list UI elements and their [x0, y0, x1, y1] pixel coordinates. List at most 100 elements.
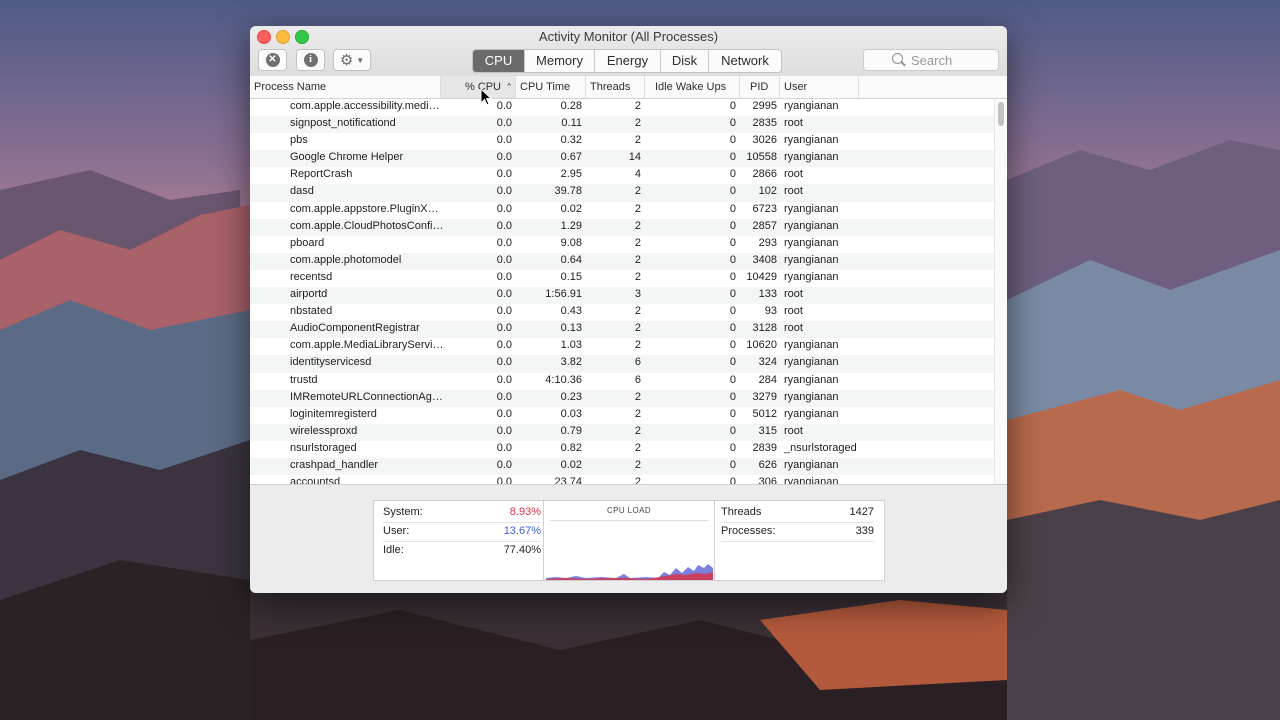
idle-stat: Idle: 77.40% [383, 541, 541, 560]
cell-cpu-percent: 0.0 [496, 253, 512, 266]
titlebar: Activity Monitor (All Processes) ✕ i ⚙ ▼… [250, 26, 1007, 103]
cell-cpu-time: 0.23 [560, 390, 582, 403]
cell-user: ryangianan [784, 253, 839, 266]
cell-idle-wake-ups: 0 [729, 356, 736, 369]
table-row[interactable]: pbs 0.0 0.32 2 0 3026 ryangianan [250, 133, 994, 150]
cell-user: root [784, 322, 803, 335]
table-row[interactable]: com.apple.accessibility.medi… 0.0 0.28 2 0 29… [250, 99, 994, 116]
column-threads[interactable]: Threads [586, 76, 645, 98]
cell-process-name: dasd [290, 185, 314, 198]
cell-threads: 2 [634, 305, 641, 318]
cell-threads: 2 [634, 202, 641, 215]
column-process-name[interactable]: Process Name [250, 76, 441, 98]
table-row[interactable]: trustd 0.0 4:10.36 6 0 284 ryangianan [250, 373, 994, 390]
processes-label: Processes: [721, 525, 776, 537]
cell-cpu-time: 0.82 [560, 441, 582, 454]
cpu-load-title: CPU LOAD [606, 506, 652, 515]
table-row[interactable]: identityservicesd 0.0 3.82 6 0 324 ryangianan [250, 355, 994, 373]
cell-pid: 3279 [752, 390, 777, 403]
table-row[interactable]: nsurlstoraged 0.0 0.82 2 0 2839 _nsurlstoraged [250, 441, 994, 458]
table-row[interactable]: com.apple.photomodel 0.0 0.64 2 0 3408 ryangia… [250, 252, 994, 270]
scrollbar-thumb[interactable] [998, 102, 1004, 126]
cell-pid: 102 [758, 185, 777, 198]
chevron-down-icon: ▼ [356, 55, 365, 65]
cell-threads: 2 [634, 100, 641, 112]
user-value: 13.67% [503, 525, 541, 537]
cell-threads: 2 [634, 117, 641, 130]
cell-cpu-percent: 0.0 [496, 356, 512, 369]
cell-user: ryangianan [784, 339, 839, 352]
column-idle-wake-ups[interactable]: Idle Wake Ups [645, 76, 740, 98]
cell-cpu-percent: 0.0 [496, 168, 512, 181]
cell-process-name: airportd [290, 288, 328, 301]
table-row[interactable]: accountsd 0.0 23.74 2 0 306 ryangianan [250, 475, 994, 484]
table-row[interactable]: signpost_notificationd 0.0 0.11 2 0 2835 root [250, 116, 994, 134]
cell-pid: 6723 [752, 202, 777, 215]
cell-idle-wake-ups: 0 [729, 288, 736, 301]
table-row[interactable]: pboard 0.0 9.08 2 0 293 ryangianan [250, 236, 994, 253]
column-user[interactable]: User [780, 76, 859, 98]
table-row[interactable]: airportd 0.0 1:56.91 3 0 133 root [250, 287, 994, 305]
cell-idle-wake-ups: 0 [729, 100, 736, 112]
table-row[interactable]: com.apple.MediaLibraryServi… 0.0 1.03 2 0 106… [250, 338, 994, 355]
table-row[interactable]: AudioComponentRegistrar 0.0 0.13 2 0 3128 root [250, 321, 994, 339]
action-menu-button[interactable]: ⚙ ▼ [333, 49, 371, 71]
cpu-summary-area: System: 8.93% User: 13.67% Idle: 77.40% … [250, 484, 1007, 593]
cell-user: ryangianan [784, 134, 839, 147]
cell-cpu-percent: 0.0 [496, 322, 512, 335]
table-row[interactable]: IMRemoteURLConnectionAg… 0.0 0.23 2 0 3279 rya… [250, 389, 994, 407]
cell-process-name: loginitemregisterd [290, 407, 377, 420]
cell-cpu-time: 0.11 [561, 117, 582, 130]
cell-process-name: com.apple.MediaLibraryServi… [290, 339, 444, 352]
table-header: Process Name % CPU ^ CPU Time Threads Id… [250, 76, 1007, 99]
cell-pid: 293 [758, 236, 777, 249]
cell-pid: 2995 [752, 100, 777, 112]
column-cpu-time[interactable]: CPU Time [516, 76, 586, 98]
cell-process-name: com.apple.photomodel [290, 253, 402, 266]
tab-memory[interactable]: Memory [524, 50, 594, 72]
system-stat: System: 8.93% [383, 503, 541, 523]
cell-cpu-time: 4:10.36 [545, 373, 582, 386]
cell-threads: 2 [634, 270, 641, 283]
column-pid[interactable]: PID [740, 76, 780, 98]
table-row[interactable]: com.apple.CloudPhotosConfi… 0.0 1.29 2 0 2857… [250, 218, 994, 236]
cell-user: root [784, 305, 803, 318]
cell-cpu-percent: 0.0 [496, 270, 512, 283]
cell-user: ryangianan [784, 356, 839, 369]
table-row[interactable]: wirelessproxd 0.0 0.79 2 0 315 root [250, 423, 994, 441]
column-cpu-percent[interactable]: % CPU ^ [441, 76, 516, 98]
cell-user: root [784, 168, 803, 181]
inspect-process-button[interactable]: i [296, 49, 325, 71]
tab-cpu[interactable]: CPU [473, 50, 524, 72]
search-field[interactable]: Search [863, 49, 999, 71]
table-row[interactable]: loginitemregisterd 0.0 0.03 2 0 5012 ryangiana… [250, 407, 994, 424]
tab-energy[interactable]: Energy [594, 50, 660, 72]
cell-process-name: recentsd [290, 270, 333, 283]
table-row[interactable]: nbstated 0.0 0.43 2 0 93 root [250, 304, 994, 321]
table-row[interactable]: com.apple.appstore.PluginX… 0.0 0.02 2 0 6723… [250, 202, 994, 219]
cell-cpu-percent: 0.0 [496, 202, 512, 215]
processes-value: 339 [855, 525, 874, 537]
table-row[interactable]: recentsd 0.0 0.15 2 0 10429 ryangianan [250, 270, 994, 287]
cell-user: ryangianan [784, 476, 839, 484]
cell-pid: 2866 [752, 168, 777, 181]
table-row[interactable]: crashpad_handler 0.0 0.02 2 0 626 ryangianan [250, 457, 994, 476]
table-row[interactable]: Google Chrome Helper 0.0 0.67 14 0 10558 ryang… [250, 150, 994, 168]
tab-network[interactable]: Network [708, 50, 781, 72]
cell-process-name: identityservicesd [290, 356, 372, 369]
cell-user: ryangianan [784, 100, 839, 112]
cell-cpu-percent: 0.0 [496, 185, 512, 198]
cell-threads: 6 [634, 373, 641, 386]
table-row[interactable]: dasd 0.0 39.78 2 0 102 root [250, 184, 994, 202]
cell-cpu-time: 3.82 [560, 356, 582, 369]
tab-disk[interactable]: Disk [660, 50, 708, 72]
cell-cpu-time: 0.43 [560, 305, 582, 318]
cell-pid: 324 [758, 356, 777, 369]
cell-idle-wake-ups: 0 [729, 390, 736, 403]
cell-cpu-percent: 0.0 [496, 441, 512, 454]
stop-process-button[interactable]: ✕ [258, 49, 287, 71]
table-row[interactable]: ReportCrash 0.0 2.95 4 0 2866 root [250, 167, 994, 184]
cell-process-name: crashpad_handler [290, 458, 379, 471]
cell-idle-wake-ups: 0 [729, 270, 736, 283]
vertical-scrollbar[interactable] [994, 99, 1007, 484]
